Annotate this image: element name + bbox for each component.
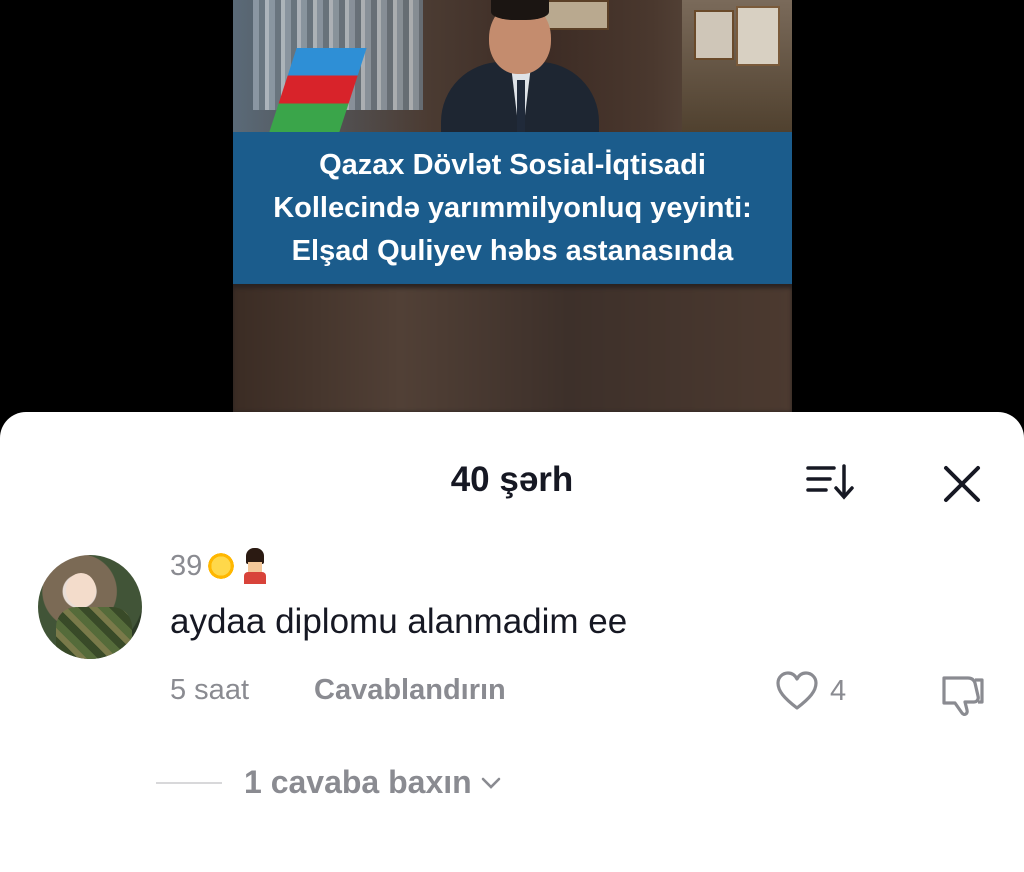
close-icon (944, 466, 980, 502)
headline-line: Elşad Quliyev həbs astanasında (291, 234, 734, 267)
comments-sheet: 40 şərh 39 aydaa diplomu alanmadim ee 5 … (0, 412, 1024, 872)
comment-text: aydaa diplomu alanmadim ee (170, 602, 628, 641)
sort-icon (806, 464, 854, 500)
picture-frame (541, 0, 609, 30)
avatar-camo (56, 607, 132, 659)
replies-divider (156, 782, 222, 784)
close-button[interactable] (940, 462, 984, 506)
comment-username[interactable]: 39 (170, 548, 270, 584)
person-hair (491, 0, 549, 20)
thumbs-down-icon (942, 676, 984, 717)
like-count: 4 (830, 674, 847, 707)
view-replies-label: 1 cavaba baxın (244, 764, 472, 800)
view-replies-button[interactable]: 1 cavaba baxın (244, 764, 502, 801)
person-tie (517, 80, 525, 132)
sun-emoji-icon (206, 551, 237, 581)
sort-button[interactable] (804, 460, 858, 504)
picture-frame (736, 6, 780, 66)
reply-button[interactable]: Cavablandırın (314, 674, 506, 707)
comments-count-title: 40 şərh (450, 460, 574, 499)
guard-emoji-icon (240, 548, 270, 584)
heart-icon (776, 671, 818, 710)
chevron-down-icon (481, 777, 500, 789)
headline-banner: Qazax Dövlət Sosial-İqtisadi Kollecində … (233, 132, 792, 284)
video-blurred-area (233, 288, 792, 412)
avatar[interactable] (38, 555, 142, 659)
headline-line: Qazax Dövlət Sosial-İqtisadi (319, 148, 706, 181)
avatar-child (66, 573, 96, 607)
picture-frame (694, 10, 734, 60)
comment-time: 5 saat (170, 674, 249, 706)
username-text: 39 (170, 549, 203, 582)
video-player[interactable]: Qazax Dövlət Sosial-İqtisadi Kollecində … (233, 0, 792, 412)
headline-line: Kollecində yarımmilyonluq yeyinti: (273, 191, 752, 224)
like-button[interactable]: 4 (774, 670, 846, 712)
dislike-button[interactable] (938, 672, 988, 718)
